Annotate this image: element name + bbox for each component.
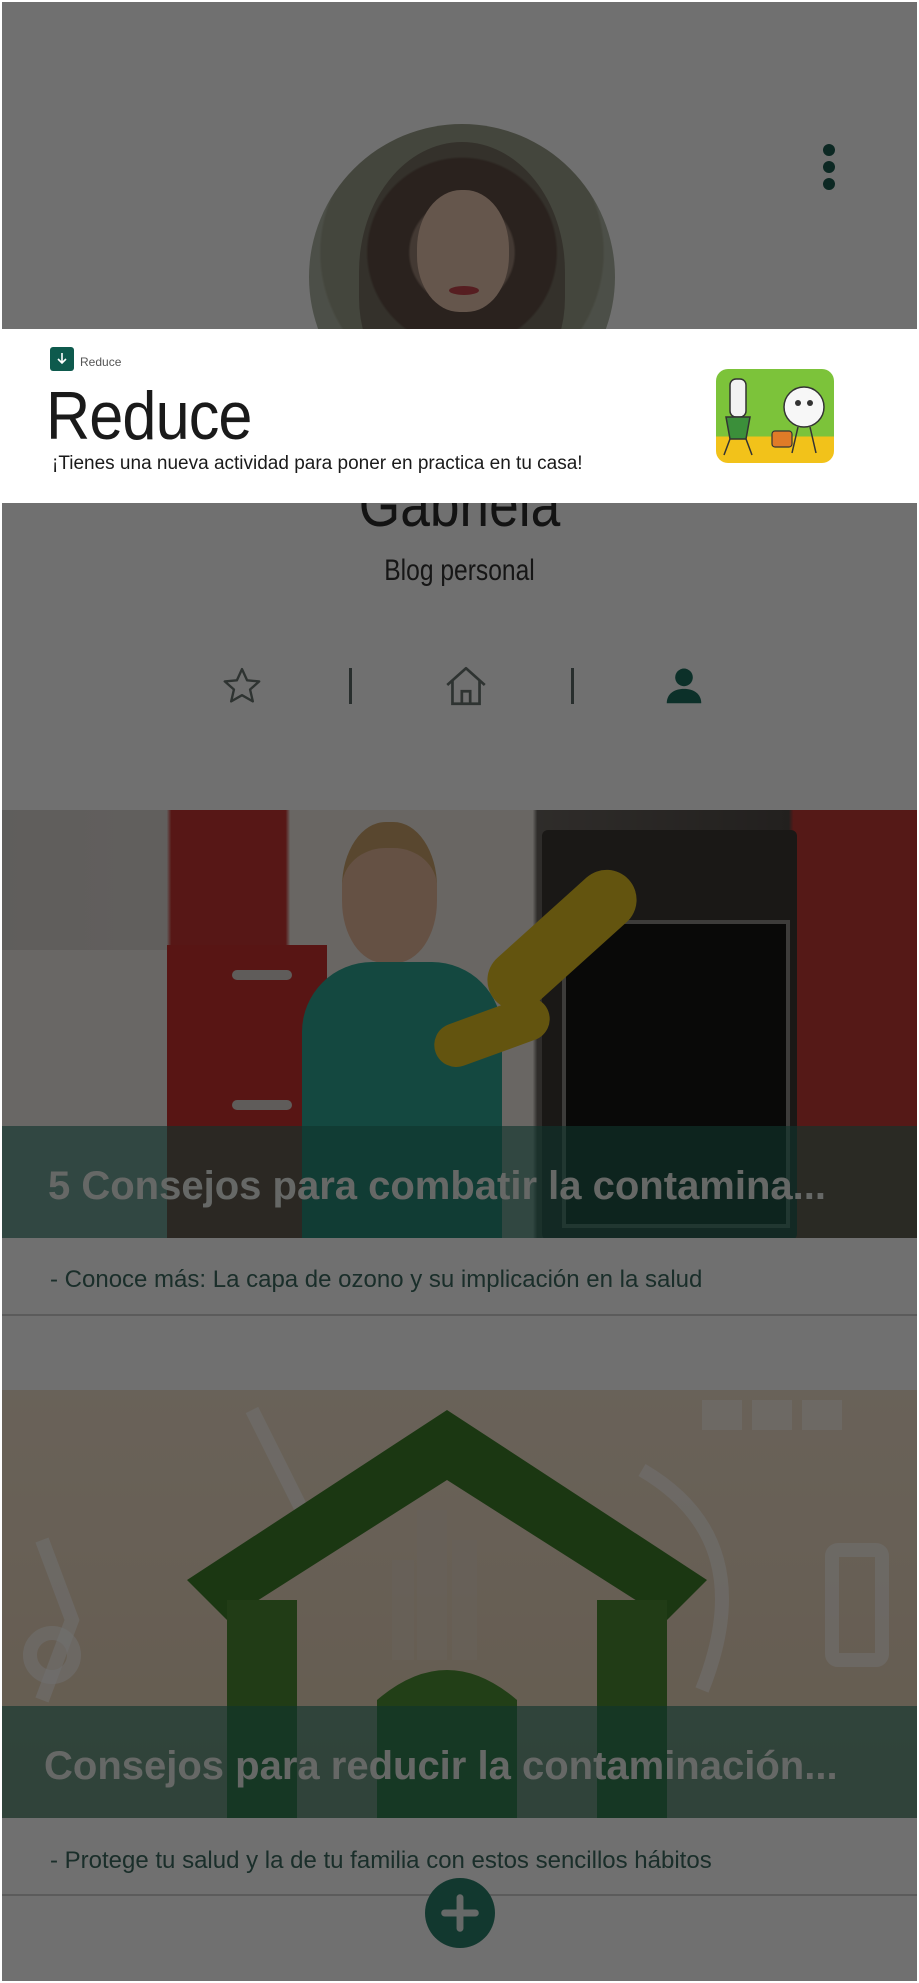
notification-thumbnail	[716, 369, 834, 463]
post-subtitle[interactable]: - Conoce más: La capa de ozono y su impl…	[50, 1266, 702, 1294]
post-subtitle[interactable]: - Protege tu salud y la de tu familia co…	[50, 1847, 712, 1875]
recycling-characters-illustration	[723, 378, 825, 456]
app-screen: Gabriela Blog personal 5 Consejos para c…	[2, 2, 917, 1981]
post-title-bar: 5 Consejos para combatir la contamina...	[2, 1126, 917, 1238]
notification-text: ¡Tienes una nueva actividad para poner e…	[52, 453, 583, 474]
tab-separator	[571, 668, 574, 704]
notification-title: Reduce	[46, 378, 252, 454]
tab-favorites[interactable]	[214, 658, 270, 714]
notification-app-name: Reduce	[80, 355, 122, 369]
tab-home[interactable]	[438, 658, 494, 714]
profile-tabs	[2, 658, 917, 714]
download-arrow-icon	[57, 353, 67, 365]
cabinet-handle	[232, 970, 292, 980]
post-card-image[interactable]: Consejos para reducir la contaminación..…	[2, 1390, 917, 1818]
avatar-lips	[449, 286, 479, 295]
tab-separator	[349, 668, 352, 704]
post-title[interactable]: Consejos para reducir la contaminación..…	[44, 1744, 838, 1789]
home-outline-icon	[446, 666, 486, 706]
more-options-icon[interactable]	[818, 142, 840, 192]
add-post-button[interactable]	[425, 1878, 495, 1948]
post-title-bar: Consejos para reducir la contaminación..…	[2, 1706, 917, 1818]
push-notification[interactable]: Reduce Reduce ¡Tienes una nueva activida…	[2, 329, 917, 503]
app-icon	[50, 347, 74, 371]
post-divider	[2, 1314, 917, 1316]
profile-subtitle: Blog personal	[384, 554, 535, 587]
star-outline-icon	[223, 667, 261, 703]
post-card-image[interactable]: 5 Consejos para combatir la contamina...	[2, 810, 917, 1238]
tab-profile[interactable]	[656, 658, 712, 714]
plus-icon	[441, 1894, 479, 1932]
cabinet-handle	[232, 1100, 292, 1110]
post-title[interactable]: 5 Consejos para combatir la contamina...	[48, 1164, 826, 1209]
person-icon	[666, 668, 702, 704]
